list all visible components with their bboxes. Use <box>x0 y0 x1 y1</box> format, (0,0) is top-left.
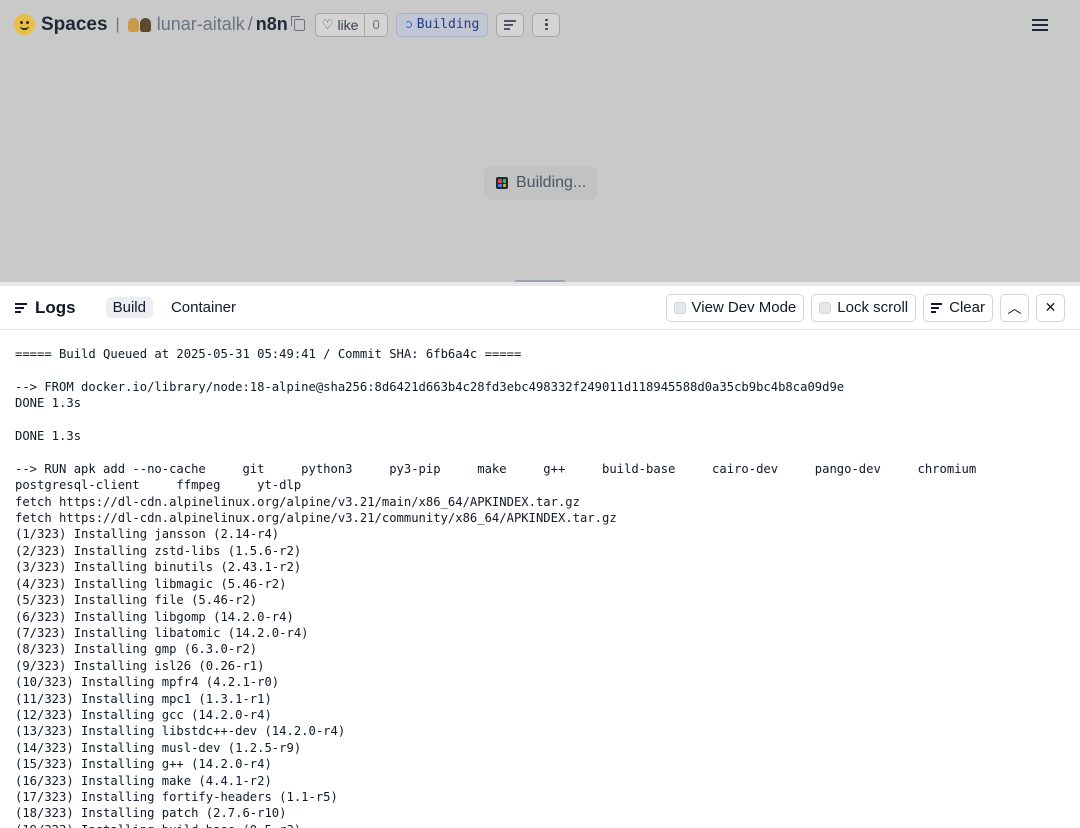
log-line: (15/323) Installing g++ (14.2.0-r4) <box>15 757 272 772</box>
log-line: (2/323) Installing zstd-libs (1.5.6-r2) <box>15 543 302 558</box>
collapse-button[interactable]: ︿ <box>1000 293 1029 322</box>
brand-label: Spaces <box>41 13 108 35</box>
log-line: ===== Build Queued at 2025-05-31 05:49:4… <box>15 347 522 361</box>
like-label: like <box>337 16 359 33</box>
log-line: DONE 1.3s <box>15 396 82 411</box>
spaces-logo[interactable]: Spaces <box>14 14 108 36</box>
log-line: (16/323) Installing make (4.4.1-r2) <box>15 773 272 788</box>
checkbox-icon <box>673 301 686 314</box>
resize-handle[interactable] <box>515 280 565 282</box>
log-line: postgresql-client ffmpeg yt-dlp <box>15 478 302 493</box>
more-options-button[interactable] <box>532 12 561 37</box>
spinner-icon <box>404 21 412 28</box>
clear-label: Clear <box>949 299 985 316</box>
logs-title-label: Logs <box>35 297 76 317</box>
log-line: (5/323) Installing file (5.46-r2) <box>15 593 258 608</box>
log-line: --> FROM docker.io/library/node:18-alpin… <box>15 379 845 394</box>
heart-icon: ♡ <box>321 16 334 32</box>
log-line: fetch https://dl-cdn.alpinelinux.org/alp… <box>15 511 617 526</box>
view-dev-mode-toggle[interactable]: View Dev Mode <box>665 293 805 322</box>
status-badge[interactable]: Building <box>395 12 489 37</box>
copy-icon[interactable] <box>290 15 305 31</box>
log-line: (10/323) Installing mpfr4 (4.2.1-r0) <box>15 675 280 690</box>
log-line: DONE 1.3s <box>15 429 82 444</box>
lock-scroll-label: Lock scroll <box>837 299 909 316</box>
status-label: Building <box>416 17 480 32</box>
log-line: (17/323) Installing fortify-headers (1.1… <box>15 789 338 804</box>
hamburger-menu-icon[interactable] <box>1032 18 1048 31</box>
log-line: (3/323) Installing binutils (2.43.1-r2) <box>15 560 302 575</box>
logs-icon <box>15 303 27 313</box>
top-header: Spaces | lunar-aitalk / n8n ♡ like 0 Buil… <box>0 0 1080 49</box>
log-line: (8/323) Installing gmp (6.3.0-r2) <box>15 642 258 657</box>
logs-title: Logs <box>15 298 76 318</box>
log-line: (13/323) Installing libstdc++-dev (14.2.… <box>15 724 346 739</box>
like-count: 0 <box>364 13 386 36</box>
more-vertical-icon <box>545 18 548 31</box>
checkbox-icon <box>819 301 832 314</box>
log-line: (18/323) Installing patch (2.7.6-r10) <box>15 806 287 821</box>
log-line: (19/323) Installing build-base (0.5-r3) <box>15 822 1065 828</box>
log-line: (9/323) Installing isl26 (0.26-r1) <box>15 658 265 673</box>
space-preview-area: Spaces | lunar-aitalk / n8n ♡ like 0 Buil… <box>0 0 1080 282</box>
separator: | <box>115 15 120 33</box>
hugging-face-icon <box>14 14 35 35</box>
logs-toolbar: Logs Build Container View Dev Mode Lock … <box>0 286 1080 330</box>
log-line: fetch https://dl-cdn.alpinelinux.org/alp… <box>15 494 580 509</box>
repo-link[interactable]: n8n <box>256 14 288 35</box>
clear-button[interactable]: Clear <box>923 293 993 322</box>
org-avatar-icon <box>127 17 151 32</box>
log-line: (7/323) Installing libatomic (14.2.0-r4) <box>15 625 309 640</box>
org-link[interactable]: lunar-aitalk <box>157 14 245 35</box>
path-separator: / <box>247 14 253 34</box>
log-output[interactable]: ===== Build Queued at 2025-05-31 05:49:4… <box>0 331 1080 828</box>
logs-icon <box>504 20 517 30</box>
building-text: Building... <box>516 174 587 191</box>
log-line: (12/323) Installing gcc (14.2.0-r4) <box>15 707 272 722</box>
log-line: (6/323) Installing libgomp (14.2.0-r4) <box>15 609 294 624</box>
building-grid-icon <box>496 177 508 189</box>
log-line: (1/323) Installing jansson (2.14-r4) <box>15 527 280 542</box>
tab-build[interactable]: Build <box>105 297 153 318</box>
view-dev-mode-label: View Dev Mode <box>691 299 797 316</box>
building-indicator: Building... <box>484 166 599 200</box>
logs-toggle-button[interactable] <box>496 12 525 37</box>
like-button[interactable]: ♡ like 0 <box>314 12 388 37</box>
log-line: (11/323) Installing mpc1 (1.3.1-r1) <box>15 691 272 706</box>
chevron-up-icon: ︿ <box>1007 299 1022 316</box>
log-line: --> RUN apk add --no-cache git python3 p… <box>15 461 977 476</box>
tab-container[interactable]: Container <box>164 297 243 318</box>
close-button[interactable]: ✕ <box>1036 293 1065 322</box>
log-line: (14/323) Installing musl-dev (1.2.5-r9) <box>15 740 302 755</box>
log-line: (4/323) Installing libmagic (5.46-r2) <box>15 576 287 591</box>
lock-scroll-toggle[interactable]: Lock scroll <box>811 293 917 322</box>
clear-icon <box>931 303 943 313</box>
close-icon: ✕ <box>1044 299 1057 315</box>
